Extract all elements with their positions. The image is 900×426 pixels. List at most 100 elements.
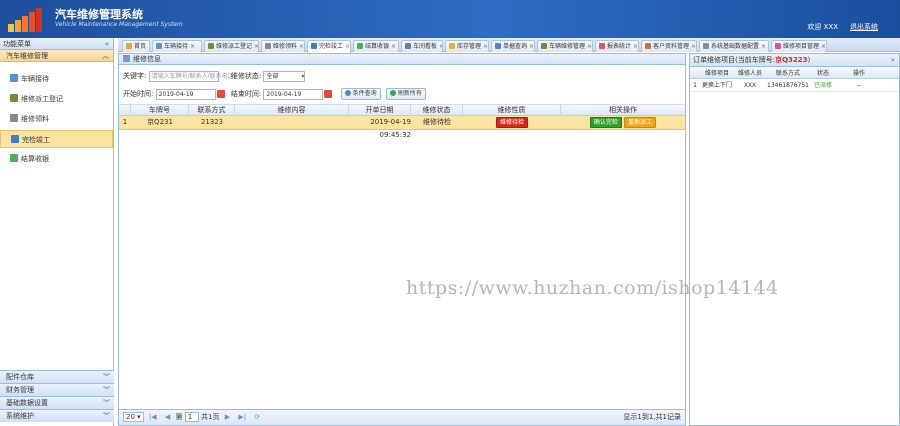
end-date-input[interactable]: 2019-04-19 [263, 88, 324, 100]
close-icon[interactable]: × [633, 43, 638, 50]
tab-label: 报表统计 [607, 43, 632, 50]
calendar-icon[interactable] [216, 90, 225, 98]
cell-date: 2019-04-19 09:45:32 [370, 118, 411, 139]
search-button[interactable]: 条件查询 [340, 88, 381, 100]
list-icon [775, 43, 781, 49]
tab-label: 单据查询 [503, 43, 528, 50]
sidebar-group-system[interactable]: 系统维护 ︾ [0, 409, 114, 422]
tab-home[interactable]: 首页 [122, 40, 150, 52]
page-input[interactable]: 1 [184, 412, 199, 422]
col-worker: 维修人员 [737, 70, 762, 77]
car-icon [10, 74, 18, 82]
row-num: 1 [122, 118, 128, 126]
tab-inventory[interactable]: 库存管理 × [445, 40, 489, 52]
sidebar-item-dispatch[interactable]: 维修派工登记 [0, 90, 113, 108]
tab-completion[interactable]: 完检竣工 × [307, 40, 351, 53]
status-select[interactable]: 全部 ▾ [263, 70, 306, 82]
sidebar-item-completion[interactable]: 完检竣工 [0, 130, 113, 148]
refresh-icon[interactable]: ⟳ [254, 413, 260, 421]
tab-workshop[interactable]: 车间看板× [401, 40, 443, 52]
sidebar-group-warehouse[interactable]: 配件仓库 ︾ [0, 370, 114, 383]
tab-customers[interactable]: 客户资料管理 × [641, 40, 697, 52]
sidebar-item-reception[interactable]: 车辆接待 [0, 70, 113, 88]
sidebar-item-materials[interactable]: 维修领料 [0, 110, 113, 128]
start-date-input[interactable]: 2019-04-19 [155, 88, 216, 100]
refresh-button[interactable]: 刷新所有 [385, 88, 426, 100]
wrench-icon [541, 43, 547, 49]
keyword-input[interactable]: 请输入车牌号/联系人/联系电话 [148, 70, 234, 82]
order-items-title: 订单维修项目(当前车牌号:京Q3223) » [690, 54, 899, 67]
close-icon[interactable]: × [529, 43, 534, 50]
close-icon[interactable]: × [439, 43, 442, 50]
search-icon [495, 43, 501, 49]
gear-icon [703, 43, 709, 49]
date-toolbar: 开始时间: 2019-04-19 结束时间: 2019-04-19 条件查询 刷… [123, 87, 426, 101]
order-items-header: 维修项目 维修人员 联系方式 状态 操作 [690, 68, 899, 79]
refresh-button-label: 刷新所有 [397, 90, 422, 97]
end-date-label: 结束时间: [230, 90, 262, 98]
close-icon[interactable]: × [587, 43, 592, 50]
tab-checkout[interactable]: 结算收银 × [353, 40, 399, 52]
tab-reports[interactable]: 报表统计 × [595, 40, 639, 52]
order-title-post: ) [807, 56, 811, 64]
close-icon[interactable]: × [483, 43, 488, 50]
collapse-icon[interactable]: « [105, 38, 109, 50]
expand-icon[interactable]: » [891, 54, 895, 67]
close-icon[interactable]: × [691, 43, 696, 50]
tab-repair-items[interactable]: 维修项目管理 × [771, 40, 827, 52]
close-icon[interactable]: × [761, 43, 766, 50]
order-title-plate: 京Q3223 [775, 56, 808, 64]
exit-link[interactable]: 退出系统 [850, 22, 878, 32]
col-status: 状态 [816, 70, 829, 77]
sidebar-item-checkout[interactable]: 结算收银 [0, 150, 113, 168]
last-page-icon[interactable]: ▶| [238, 413, 246, 421]
confirm-complete-button[interactable]: 确认完检 [589, 117, 622, 128]
close-icon[interactable]: × [254, 43, 258, 50]
tab-label: 首页 [134, 43, 147, 50]
pager-info: 显示1到1,共1记录 [623, 413, 681, 421]
sidebar-group-finance[interactable]: 财务管理 ︾ [0, 383, 114, 396]
table-row[interactable]: 1 更换上下门 XXX 13461876751 已派修 -- [690, 80, 899, 92]
watermark-url: https://www.huzhan.com/ishop14144 [406, 277, 779, 299]
tab-reception[interactable]: 车辆接待 × [152, 40, 202, 52]
tab-vehicle-repair[interactable]: 车辆维修管理 × [537, 40, 593, 52]
tab-basedata[interactable]: 系统基础数据配置 × [699, 40, 769, 52]
logo-icon [8, 6, 46, 32]
tab-label: 系统基础数据配置 [711, 43, 760, 50]
status-select-value: 全部 [266, 72, 279, 80]
first-page-icon[interactable]: |◀ [149, 413, 157, 421]
tab-label: 车间看板 [413, 43, 438, 50]
close-icon[interactable]: × [190, 43, 195, 50]
table-row[interactable]: 1 京Q231 21323 2019-04-19 09:45:32 维修待检 维… [119, 116, 685, 139]
sidebar-group-basedata[interactable]: 基础数据设置 ︾ [0, 396, 114, 409]
next-page-icon[interactable]: ▶ [225, 413, 230, 421]
chevron-down-icon: ▾ [301, 72, 305, 80]
tab-label: 维修项目管理 [783, 43, 820, 50]
cell-status: 维修待检 [423, 118, 451, 126]
money-icon [357, 43, 363, 49]
tab-label: 车辆维修管理 [549, 43, 586, 50]
board-icon [405, 43, 411, 49]
sidebar-group-repair[interactable]: 汽车维修管理 ︽ [0, 50, 113, 62]
close-icon[interactable]: × [821, 43, 826, 50]
close-icon[interactable]: × [391, 43, 396, 50]
close-icon[interactable]: × [345, 43, 350, 50]
start-date-label: 开始时间: [123, 90, 154, 98]
repair-grid: 车牌号 联系方式 维修内容 开单日期 维修状态 维修性质 相关操作 1 京Q23… [119, 104, 685, 139]
close-icon[interactable]: × [299, 43, 304, 50]
redispatch-button[interactable]: 重新派工 [624, 117, 657, 128]
tab-materials[interactable]: 维修领料 × [261, 40, 305, 52]
app-title: 汽车维修管理系统 [55, 8, 143, 21]
calendar-icon[interactable] [324, 90, 333, 98]
col-status: 维修状态 [411, 105, 463, 116]
refresh-icon [389, 90, 396, 96]
order-items-panel: 订单维修项目(当前车牌号:京Q3223) » 维修项目 维修人员 联系方式 状态… [689, 53, 900, 426]
tab-dispatch[interactable]: 维修派工登记 × [204, 40, 259, 52]
order-title-pre: 订单维修项目(当前车牌号: [693, 56, 776, 64]
nature-badge: 维修待检 [495, 117, 528, 128]
page-size-select[interactable]: 20 ▾ [123, 412, 144, 422]
prev-page-icon[interactable]: ◀ [165, 413, 170, 421]
cell-nature: 维修待检 [463, 116, 561, 129]
tab-query[interactable]: 单据查询 × [491, 40, 535, 52]
sidebar-item-label: 结算收银 [21, 155, 49, 163]
